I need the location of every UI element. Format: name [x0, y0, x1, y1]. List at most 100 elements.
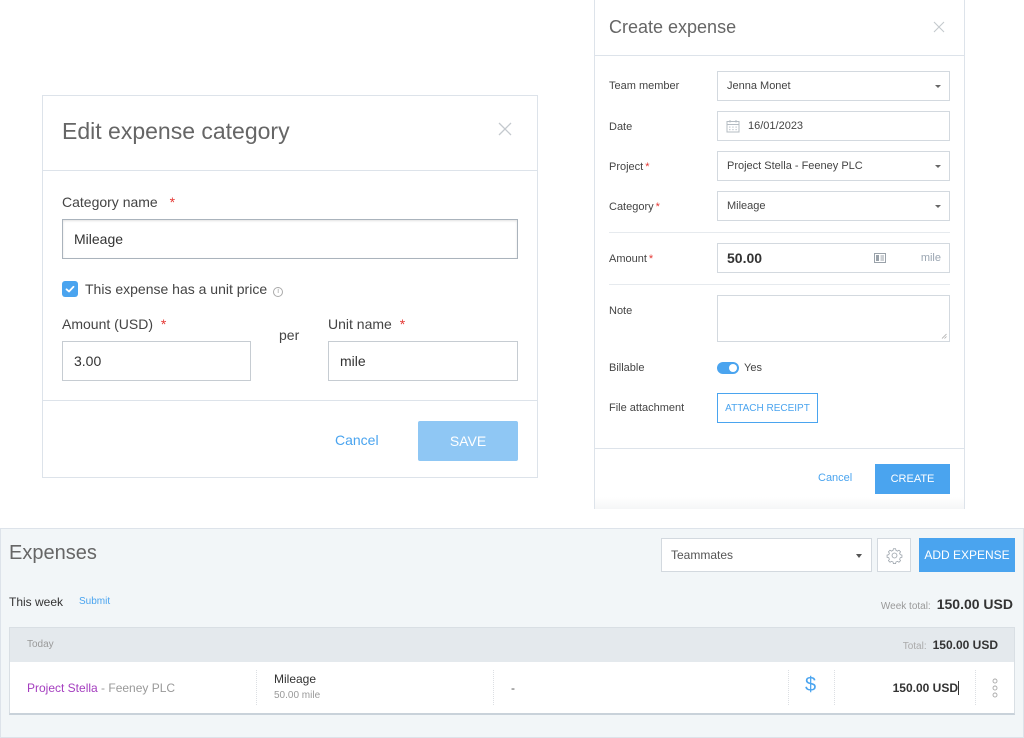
label-text: Project	[609, 161, 644, 173]
billable-label: Billable	[609, 362, 645, 374]
amount-unit: mile	[920, 252, 941, 264]
required-mark: *	[399, 316, 406, 332]
project-label: Project *	[609, 161, 650, 173]
date-value: 16/01/2023	[748, 120, 804, 132]
expense-amount: 150.00 USD	[892, 681, 958, 695]
date-label: Date	[609, 121, 633, 133]
file-attachment-label: File attachment	[609, 402, 685, 414]
caret-down-icon	[935, 165, 941, 168]
caret-down-icon	[935, 85, 941, 88]
expense-project[interactable]: Project Stella - Feeney PLC	[27, 681, 175, 695]
week-total: Week total: 150.00 USD	[881, 596, 1013, 612]
per-label: per	[279, 327, 300, 343]
client-separator: -	[97, 681, 109, 695]
gear-icon	[886, 548, 903, 564]
calculator-icon[interactable]	[874, 253, 886, 263]
label-text: Amount	[609, 253, 647, 265]
select-value: Project Stella - Feeney PLC	[727, 160, 863, 172]
modal-footer: Cancel SAVE	[43, 401, 537, 477]
day-group-header: Today Total: 150.00 USD	[10, 628, 1014, 662]
note-label: Note	[609, 305, 633, 317]
save-button[interactable]: SAVE	[418, 421, 518, 461]
category-name-input[interactable]: Mileage	[62, 219, 518, 259]
column-divider	[493, 670, 494, 705]
divider	[609, 284, 950, 285]
label-text: Amount (USD)	[62, 316, 154, 332]
column-divider	[256, 670, 257, 705]
period-label: This week	[9, 595, 64, 609]
expense-category: Mileage	[274, 672, 317, 686]
required-mark: *	[169, 194, 176, 210]
day-group: Today Total: 150.00 USD Project Stella - …	[9, 627, 1015, 715]
label-text: Category name	[62, 194, 158, 210]
modal-title: Create expense	[609, 17, 737, 37]
label-text: Unit name	[328, 316, 392, 332]
page-title: Expenses	[9, 542, 97, 564]
project-name: Project Stella	[27, 681, 98, 695]
resize-grip-icon[interactable]	[941, 333, 947, 339]
amount-label: Amount (USD) *	[62, 316, 166, 332]
required-mark: *	[648, 253, 654, 265]
week-total-value: 150.00 USD	[936, 596, 1013, 612]
calendar-icon	[726, 120, 740, 133]
team-member-select[interactable]: Jenna Monet	[717, 71, 950, 101]
amount-input[interactable]: 3.00	[62, 341, 251, 381]
caret-down-icon	[856, 554, 862, 558]
amount-input[interactable]: 50.00 mile	[717, 243, 950, 273]
billable-dollar-icon[interactable]: $	[805, 674, 816, 697]
modal-header: Create expense	[595, 0, 964, 56]
select-value: Teammates	[671, 548, 734, 562]
modal-footer: Cancel CREATE	[595, 448, 964, 509]
unit-price-label: This expense has a unit price i	[85, 281, 284, 297]
billable-toggle[interactable]	[717, 362, 739, 374]
create-button[interactable]: CREATE	[875, 464, 950, 494]
more-options-icon[interactable]	[992, 678, 998, 698]
day-total-label: Total:	[902, 641, 927, 652]
team-member-label: Team member	[609, 80, 680, 92]
category-name-label: Category name *	[62, 194, 175, 210]
category-select[interactable]: Mileage	[717, 191, 950, 221]
close-icon[interactable]	[497, 121, 513, 137]
week-total-label: Week total:	[880, 601, 931, 612]
label-text: This expense has a unit price	[85, 281, 268, 297]
day-total-value: 150.00 USD	[932, 638, 998, 652]
category-label: Category *	[609, 201, 660, 213]
add-expense-button[interactable]: ADD EXPENSE	[919, 538, 1015, 572]
teammates-filter-select[interactable]: Teammates	[661, 538, 872, 572]
modal-title: Edit expense category	[62, 118, 290, 144]
note-textarea[interactable]	[717, 295, 950, 342]
required-mark: *	[160, 316, 167, 332]
day-label: Today	[27, 639, 54, 650]
unit-price-checkbox[interactable]	[62, 281, 78, 297]
column-divider	[834, 670, 835, 705]
column-divider	[975, 670, 976, 705]
submit-link[interactable]: Submit	[79, 596, 110, 607]
expense-quantity: 50.00 mile	[274, 690, 321, 701]
caret-down-icon	[935, 205, 941, 208]
modal-header: Edit expense category	[43, 96, 537, 171]
cancel-button[interactable]: Cancel	[818, 472, 852, 484]
label-text: Category	[609, 201, 654, 213]
settings-button[interactable]	[877, 538, 911, 572]
create-expense-modal: Create expense Team member Jenna Monet D…	[594, 0, 965, 509]
expenses-page: Expenses Teammates ADD EXPENSE This week…	[0, 528, 1024, 738]
close-icon[interactable]	[933, 21, 945, 33]
divider	[609, 232, 950, 233]
day-total: Total: 150.00 USD	[903, 638, 998, 652]
project-select[interactable]: Project Stella - Feeney PLC	[717, 151, 950, 181]
cancel-button[interactable]: Cancel	[335, 432, 379, 448]
column-divider	[788, 670, 789, 705]
expense-row[interactable]: Project Stella - Feeney PLC Mileage 50.0…	[10, 662, 1014, 713]
select-value: Jenna Monet	[727, 80, 791, 92]
required-mark: *	[645, 161, 650, 173]
expense-note: -	[511, 681, 515, 695]
attach-receipt-button[interactable]: ATTACH RECEIPT	[717, 393, 818, 423]
select-value: Mileage	[727, 200, 766, 212]
unit-name-input[interactable]: mile	[328, 341, 518, 381]
billable-value: Yes	[744, 362, 762, 374]
edit-expense-category-modal: Edit expense category Category name * Mi…	[42, 95, 538, 478]
amount-value: 50.00	[727, 250, 763, 266]
date-picker[interactable]: 16/01/2023	[717, 111, 950, 141]
info-icon[interactable]: i	[273, 287, 284, 297]
amount-label: Amount *	[609, 253, 653, 265]
